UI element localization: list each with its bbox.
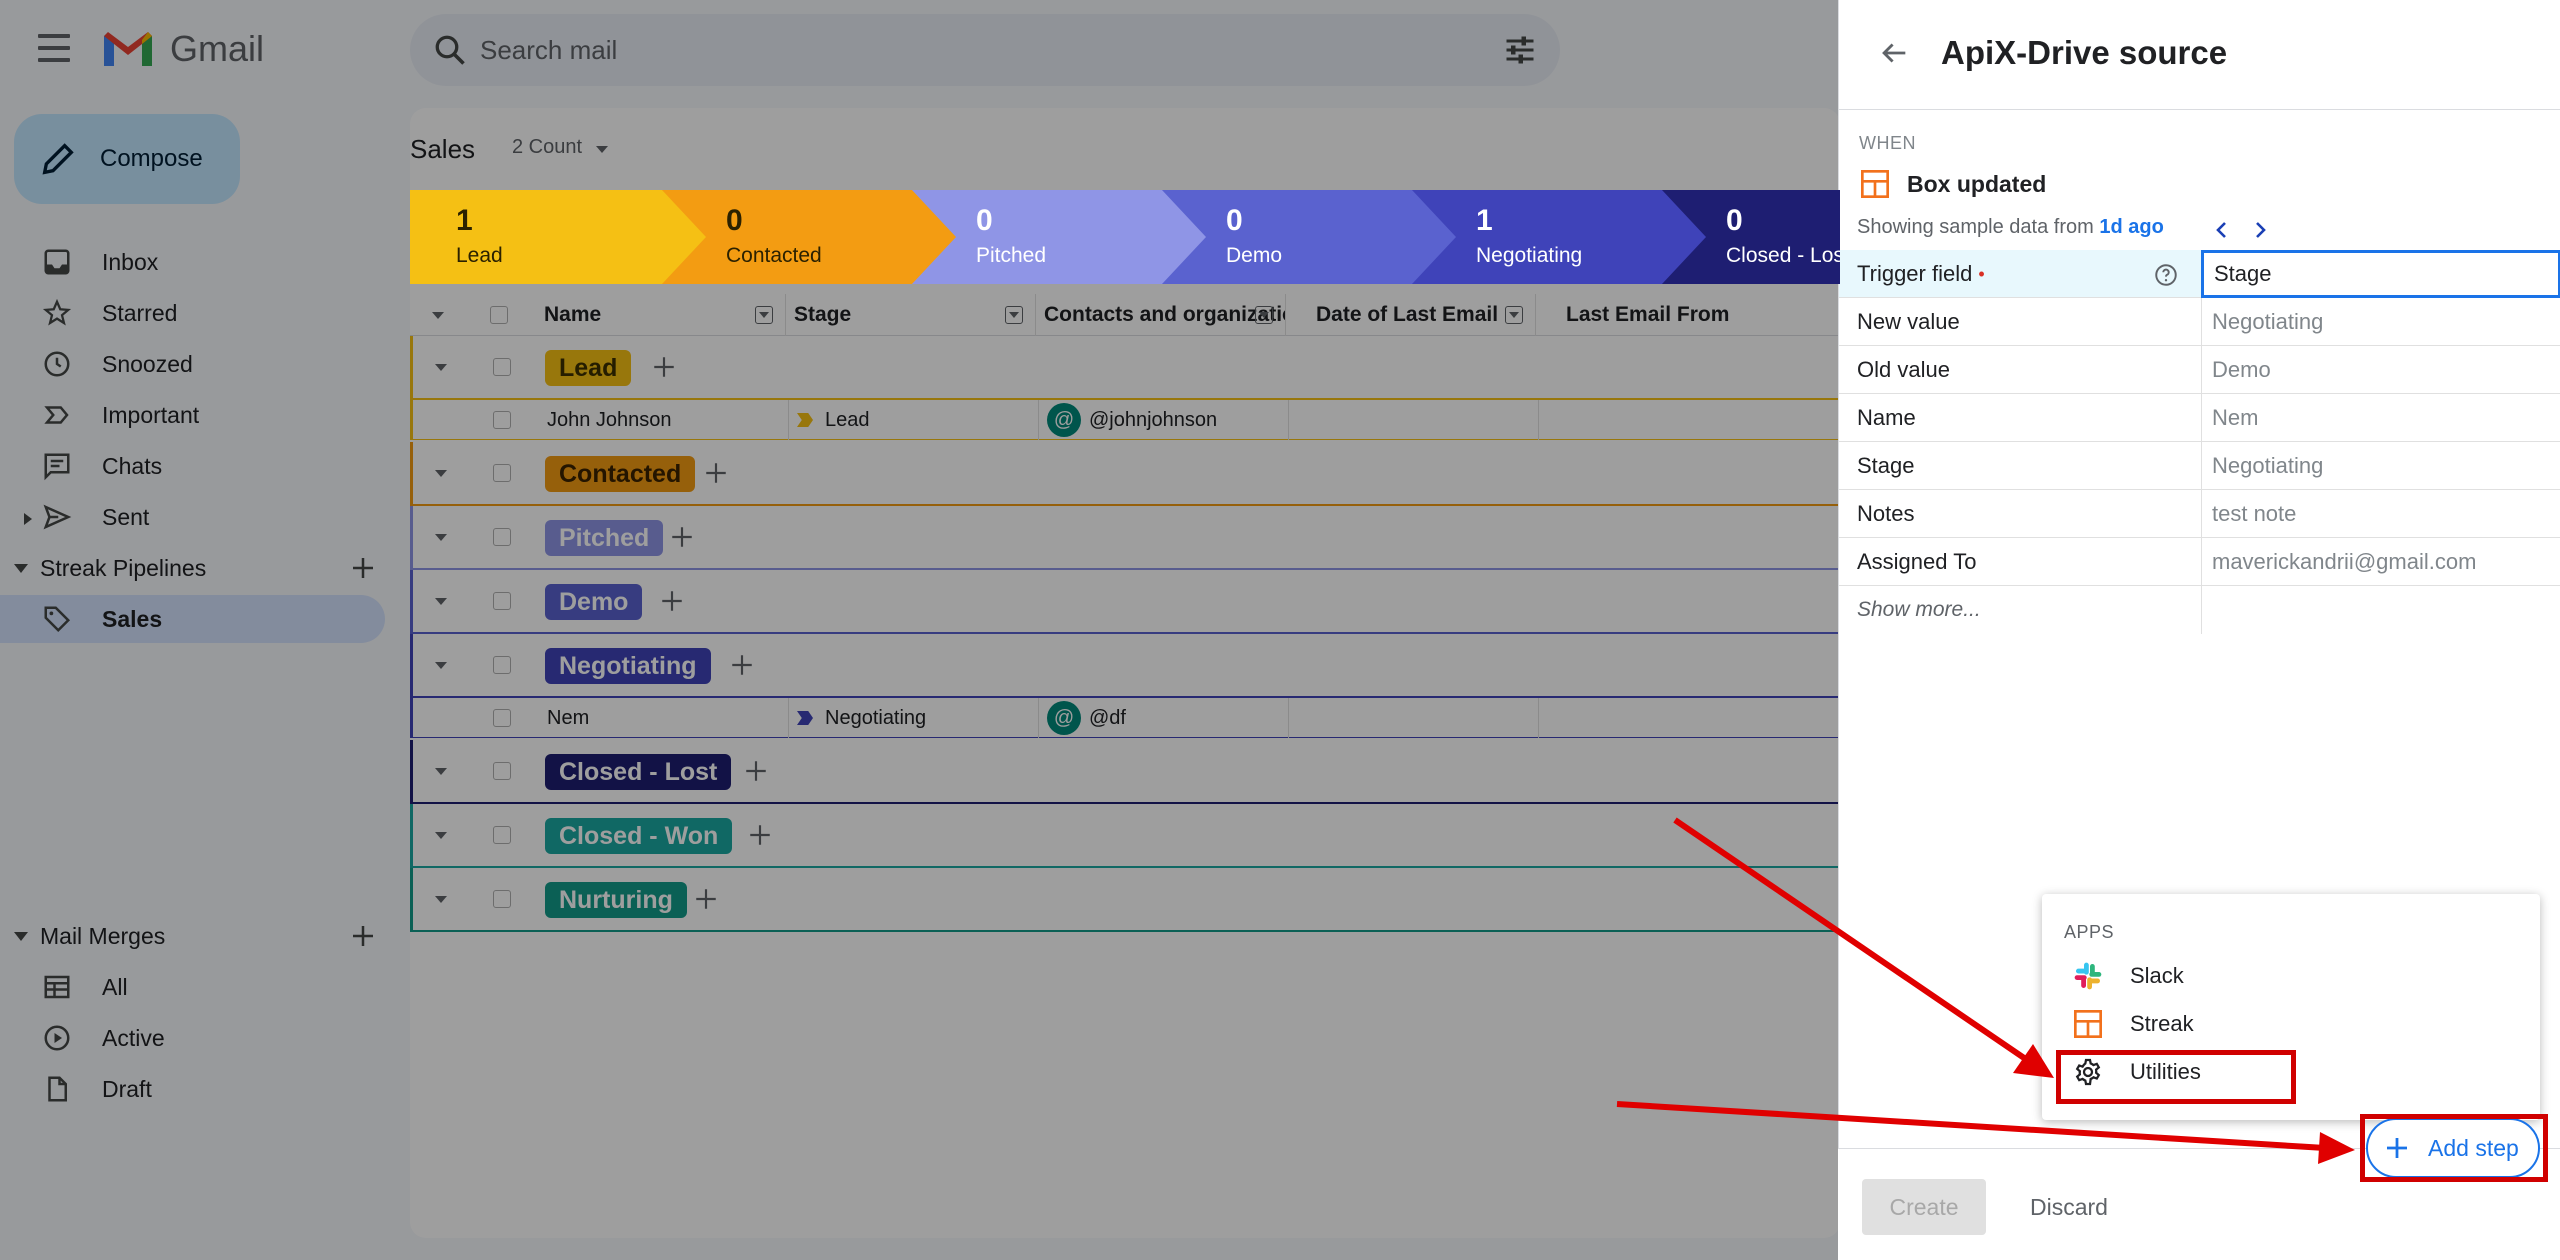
field-value: maverickandrii@gmail.com: [2201, 538, 2560, 586]
field-key: Assigned To: [1857, 549, 1977, 574]
empty-cell: [2201, 586, 2560, 634]
menu-item-label: Streak: [2130, 1011, 2194, 1036]
field-key: New value: [1857, 309, 1960, 334]
stage-bar: 1 Lead 0 Contacted 0 Pitched 0 Demo 1 Negotiating…: [410, 190, 1840, 284]
field-row: Name Nem: [1839, 394, 2560, 442]
slack-icon: [2074, 962, 2102, 990]
help-circle-icon[interactable]: [2153, 262, 2179, 288]
sample-prefix: Showing sample data from: [1857, 216, 2094, 238]
back-arrow-icon[interactable]: [1877, 36, 1911, 70]
field-row: Notes test note: [1839, 490, 2560, 538]
stage-count: 0: [1726, 204, 1743, 237]
field-row: Old value Demo: [1839, 346, 2560, 394]
stage-name: Closed - Lost: [1726, 244, 1840, 267]
required-mark: •: [1978, 263, 1985, 284]
highlight-add-step: [2360, 1114, 2548, 1182]
field-row-trigger[interactable]: Trigger field • Stage: [1839, 250, 2560, 298]
stage-name: Lead: [456, 244, 503, 267]
field-value: Nem: [2201, 394, 2560, 442]
chevron-left-icon[interactable]: [2216, 222, 2226, 238]
field-value: Negotiating: [2201, 298, 2560, 346]
menu-item-streak[interactable]: Streak: [2042, 1000, 2540, 1048]
streak-box-icon: [1861, 170, 1889, 198]
stage-count: 1: [456, 204, 473, 237]
stage-name: Contacted: [726, 244, 822, 267]
menu-item-slack[interactable]: Slack: [2042, 952, 2540, 1000]
menu-section-header: APPS: [2064, 922, 2115, 942]
stage-lead[interactable]: 1 Lead: [410, 190, 706, 284]
panel-title: ApiX-Drive source: [1941, 34, 2228, 71]
stage-count: 1: [1476, 204, 1493, 237]
sample-pagination[interactable]: [2211, 218, 2271, 242]
chevron-right-icon[interactable]: [2256, 222, 2266, 238]
stage-name: Pitched: [976, 244, 1047, 267]
field-row: New value Negotiating: [1839, 298, 2560, 346]
field-key: Stage: [1857, 453, 1915, 478]
field-key: Notes: [1857, 501, 1915, 526]
stage-name: Negotiating: [1476, 244, 1583, 267]
stage-count: 0: [976, 204, 993, 237]
modal-backdrop[interactable]: [0, 0, 1838, 1260]
create-button[interactable]: Create: [1862, 1179, 1986, 1235]
menu-item-label: Slack: [2130, 963, 2184, 988]
field-value: test note: [2201, 490, 2560, 538]
when-label: WHEN: [1859, 133, 1916, 153]
streak-box-icon: [2074, 1010, 2102, 1038]
field-key-text: Trigger field: [1857, 261, 1973, 286]
trigger-field-select[interactable]: Stage: [2201, 250, 2560, 298]
stage-count: 0: [726, 204, 743, 237]
show-more-link[interactable]: Show more...: [1857, 586, 1981, 634]
field-key: Name: [1857, 405, 1916, 430]
stage-name: Demo: [1226, 244, 1283, 267]
field-row: Stage Negotiating: [1839, 442, 2560, 490]
field-key: Old value: [1857, 357, 1950, 382]
highlight-utilities: [2056, 1050, 2296, 1104]
sample-data-note: Showing sample data from 1d ago: [1857, 216, 2164, 239]
discard-button[interactable]: Discard: [2014, 1179, 2124, 1235]
panel-header: ApiX-Drive source: [1839, 0, 2560, 110]
sample-time-link[interactable]: 1d ago: [2099, 216, 2163, 238]
trigger-summary[interactable]: Box updated: [1859, 168, 2046, 200]
field-row: Assigned To maverickandrii@gmail.com: [1839, 538, 2560, 586]
field-key: Trigger field •: [1857, 250, 1985, 298]
trigger-label: Box updated: [1907, 170, 2047, 197]
field-value: Negotiating: [2201, 442, 2560, 490]
field-value: Demo: [2201, 346, 2560, 394]
stage-count: 0: [1226, 204, 1243, 237]
show-more-row[interactable]: Show more...: [1839, 586, 2560, 634]
